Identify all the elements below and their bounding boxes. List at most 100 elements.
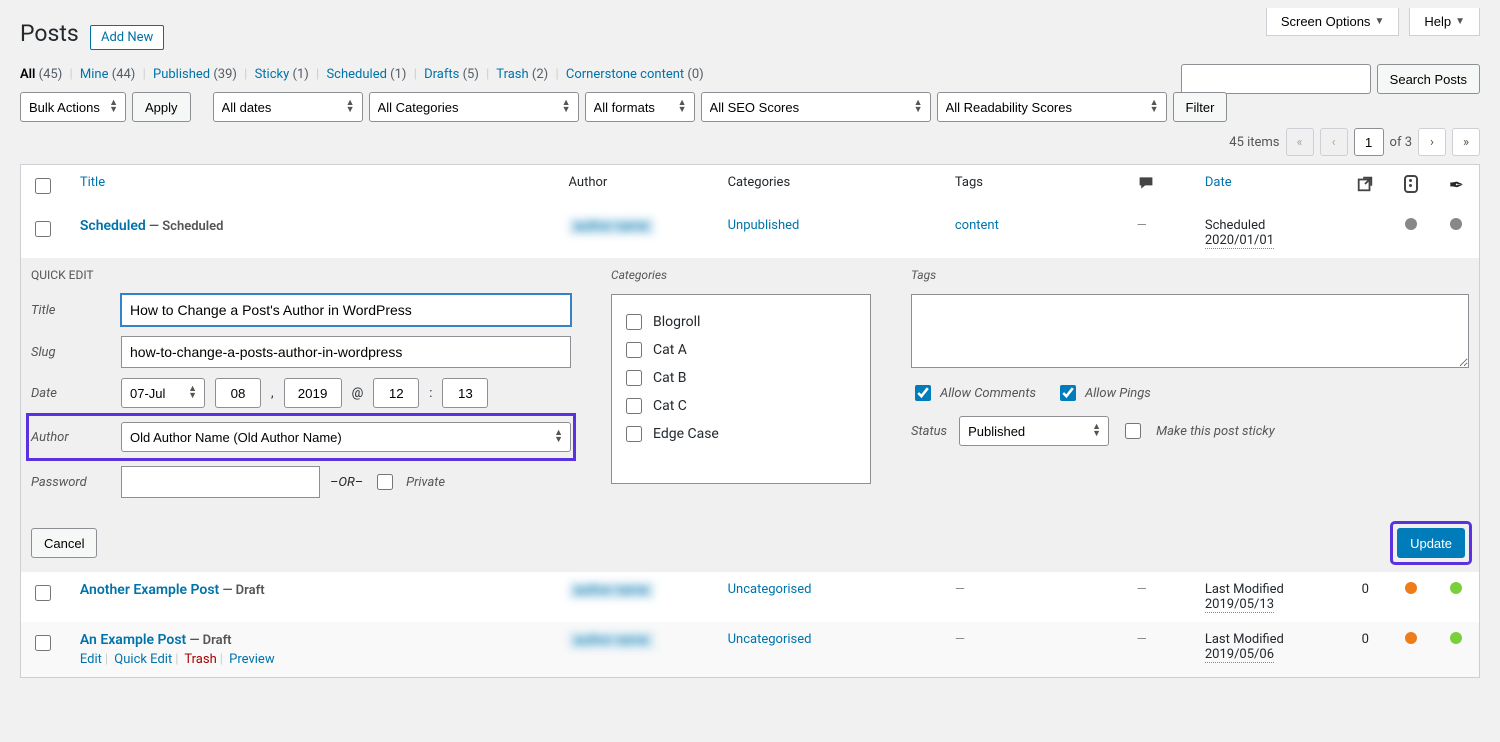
qe-cat-checkbox[interactable] bbox=[626, 370, 642, 386]
author-link[interactable]: author name bbox=[569, 582, 654, 599]
filter-all[interactable]: All bbox=[20, 67, 35, 82]
category-link[interactable]: Unpublished bbox=[728, 218, 800, 233]
dates-select[interactable]: All dates bbox=[213, 92, 363, 122]
seo-dot bbox=[1450, 632, 1462, 644]
traffic-light-icon bbox=[1404, 175, 1418, 193]
post-title-link[interactable]: An Example Post bbox=[80, 632, 186, 648]
page-prev-button[interactable]: ‹ bbox=[1320, 128, 1348, 156]
current-page-input[interactable] bbox=[1354, 128, 1384, 156]
author-link[interactable]: author name bbox=[569, 632, 654, 649]
qe-author-label: Author bbox=[31, 430, 111, 445]
qe-cat-checkbox[interactable] bbox=[626, 426, 642, 442]
formats-select[interactable]: All formats bbox=[585, 92, 695, 122]
qe-slug-input[interactable] bbox=[121, 336, 571, 368]
readability-dot bbox=[1405, 582, 1417, 594]
row-action-quick-edit[interactable]: Quick Edit bbox=[114, 652, 172, 667]
select-all-checkbox[interactable] bbox=[35, 178, 51, 194]
qe-date-label: Date bbox=[31, 386, 111, 401]
qe-slug-label: Slug bbox=[31, 345, 111, 360]
row-action-preview[interactable]: Preview bbox=[229, 652, 274, 667]
qe-password-input[interactable] bbox=[121, 466, 320, 498]
help-tab[interactable]: Help ▼ bbox=[1409, 8, 1480, 36]
tag-link[interactable]: content bbox=[955, 218, 999, 233]
author-link[interactable]: author name bbox=[569, 218, 654, 235]
qe-cat-checkbox[interactable] bbox=[626, 314, 642, 330]
total-items: 45 items bbox=[1229, 135, 1279, 150]
qe-allow-pings-checkbox[interactable] bbox=[1060, 385, 1076, 401]
readability-dot bbox=[1405, 632, 1417, 644]
qe-day-input[interactable] bbox=[215, 378, 261, 408]
feather-icon: ✒ bbox=[1449, 175, 1464, 196]
seo-select[interactable]: All SEO Scores bbox=[701, 92, 931, 122]
col-author: Author bbox=[559, 165, 718, 208]
category-link[interactable]: Uncategorised bbox=[728, 582, 812, 597]
search-posts-input[interactable] bbox=[1181, 64, 1371, 94]
qe-private-checkbox[interactable] bbox=[377, 474, 393, 490]
page-of-text: of 3 bbox=[1390, 135, 1412, 150]
quick-edit-heading: QUICK EDIT bbox=[31, 268, 571, 282]
filter-published[interactable]: Published bbox=[153, 67, 210, 82]
qe-title-input[interactable] bbox=[121, 294, 571, 326]
qe-title-label: Title bbox=[31, 303, 111, 318]
post-title-link[interactable]: Another Example Post bbox=[80, 582, 219, 598]
qe-author-select[interactable]: Old Author Name (Old Author Name) bbox=[121, 422, 571, 452]
post-title-link[interactable]: Scheduled bbox=[80, 218, 146, 234]
filter-cornerstone[interactable]: Cornerstone content bbox=[566, 67, 684, 82]
qe-cat-checkbox[interactable] bbox=[626, 342, 642, 358]
col-date[interactable]: Date bbox=[1205, 175, 1232, 190]
col-seo: ✒ bbox=[1433, 165, 1479, 208]
row-checkbox[interactable] bbox=[35, 635, 51, 651]
filter-mine[interactable]: Mine bbox=[80, 67, 109, 82]
qe-tags-input[interactable] bbox=[911, 294, 1469, 368]
page-title: Posts bbox=[20, 20, 79, 47]
filter-sticky[interactable]: Sticky bbox=[255, 67, 290, 82]
category-link[interactable]: Uncategorised bbox=[728, 632, 812, 647]
row-checkbox[interactable] bbox=[35, 585, 51, 601]
quick-edit-panel: QUICK EDIT Title Slug Date 07-Jul▲▼ bbox=[21, 258, 1479, 572]
table-row: An Example Post — Draft Edit| Quick Edit… bbox=[21, 622, 1479, 677]
caret-down-icon: ▼ bbox=[1374, 16, 1384, 27]
qe-year-input[interactable] bbox=[284, 378, 342, 408]
search-posts-button[interactable]: Search Posts bbox=[1377, 64, 1480, 94]
apply-button[interactable]: Apply bbox=[132, 92, 191, 122]
qe-month-select[interactable]: 07-Jul bbox=[121, 378, 205, 408]
col-title[interactable]: Title bbox=[80, 175, 105, 190]
readability-select[interactable]: All Readability Scores bbox=[937, 92, 1167, 122]
qe-update-button[interactable]: Update bbox=[1397, 528, 1465, 558]
bulk-actions-select[interactable]: Bulk Actions bbox=[20, 92, 126, 122]
col-categories: Categories bbox=[718, 165, 945, 208]
qe-tags-heading: Tags bbox=[911, 268, 1469, 282]
qe-allow-comments-checkbox[interactable] bbox=[915, 385, 931, 401]
qe-status-select[interactable]: Published bbox=[959, 416, 1109, 446]
qe-cancel-button[interactable]: Cancel bbox=[31, 528, 97, 558]
filter-trash[interactable]: Trash bbox=[496, 67, 528, 82]
row-action-edit[interactable]: Edit bbox=[80, 652, 102, 667]
row-action-trash[interactable]: Trash bbox=[184, 652, 216, 667]
page-first-button[interactable]: « bbox=[1286, 128, 1314, 156]
qe-categories-heading: Categories bbox=[611, 268, 871, 282]
seo-dot bbox=[1450, 582, 1462, 594]
qe-minute-input[interactable] bbox=[442, 378, 488, 408]
page-last-button[interactable]: » bbox=[1452, 128, 1480, 156]
table-row: Another Example Post — Draft author name… bbox=[21, 572, 1479, 622]
page-next-button[interactable]: › bbox=[1418, 128, 1446, 156]
filter-drafts[interactable]: Drafts bbox=[424, 67, 459, 82]
categories-select[interactable]: All Categories bbox=[369, 92, 579, 122]
screen-options-tab[interactable]: Screen Options ▼ bbox=[1266, 8, 1400, 36]
seo-dot bbox=[1450, 218, 1462, 230]
qe-sticky-checkbox[interactable] bbox=[1125, 423, 1141, 439]
col-comments[interactable] bbox=[1127, 165, 1195, 208]
readability-dot bbox=[1405, 218, 1417, 230]
comment-icon bbox=[1137, 175, 1155, 191]
caret-down-icon: ▼ bbox=[1455, 16, 1465, 27]
qe-cat-checkbox[interactable] bbox=[626, 398, 642, 414]
col-tags: Tags bbox=[945, 165, 1127, 208]
filter-scheduled[interactable]: Scheduled bbox=[326, 67, 386, 82]
qe-password-label: Password bbox=[31, 475, 111, 490]
filter-button[interactable]: Filter bbox=[1173, 92, 1228, 122]
qe-hour-input[interactable] bbox=[373, 378, 419, 408]
row-checkbox[interactable] bbox=[35, 221, 51, 237]
qe-categories-box[interactable]: Blogroll Cat A Cat B Cat C Edge Case bbox=[611, 294, 871, 484]
add-new-button[interactable]: Add New bbox=[90, 25, 164, 50]
col-outgoing-links bbox=[1343, 165, 1388, 208]
